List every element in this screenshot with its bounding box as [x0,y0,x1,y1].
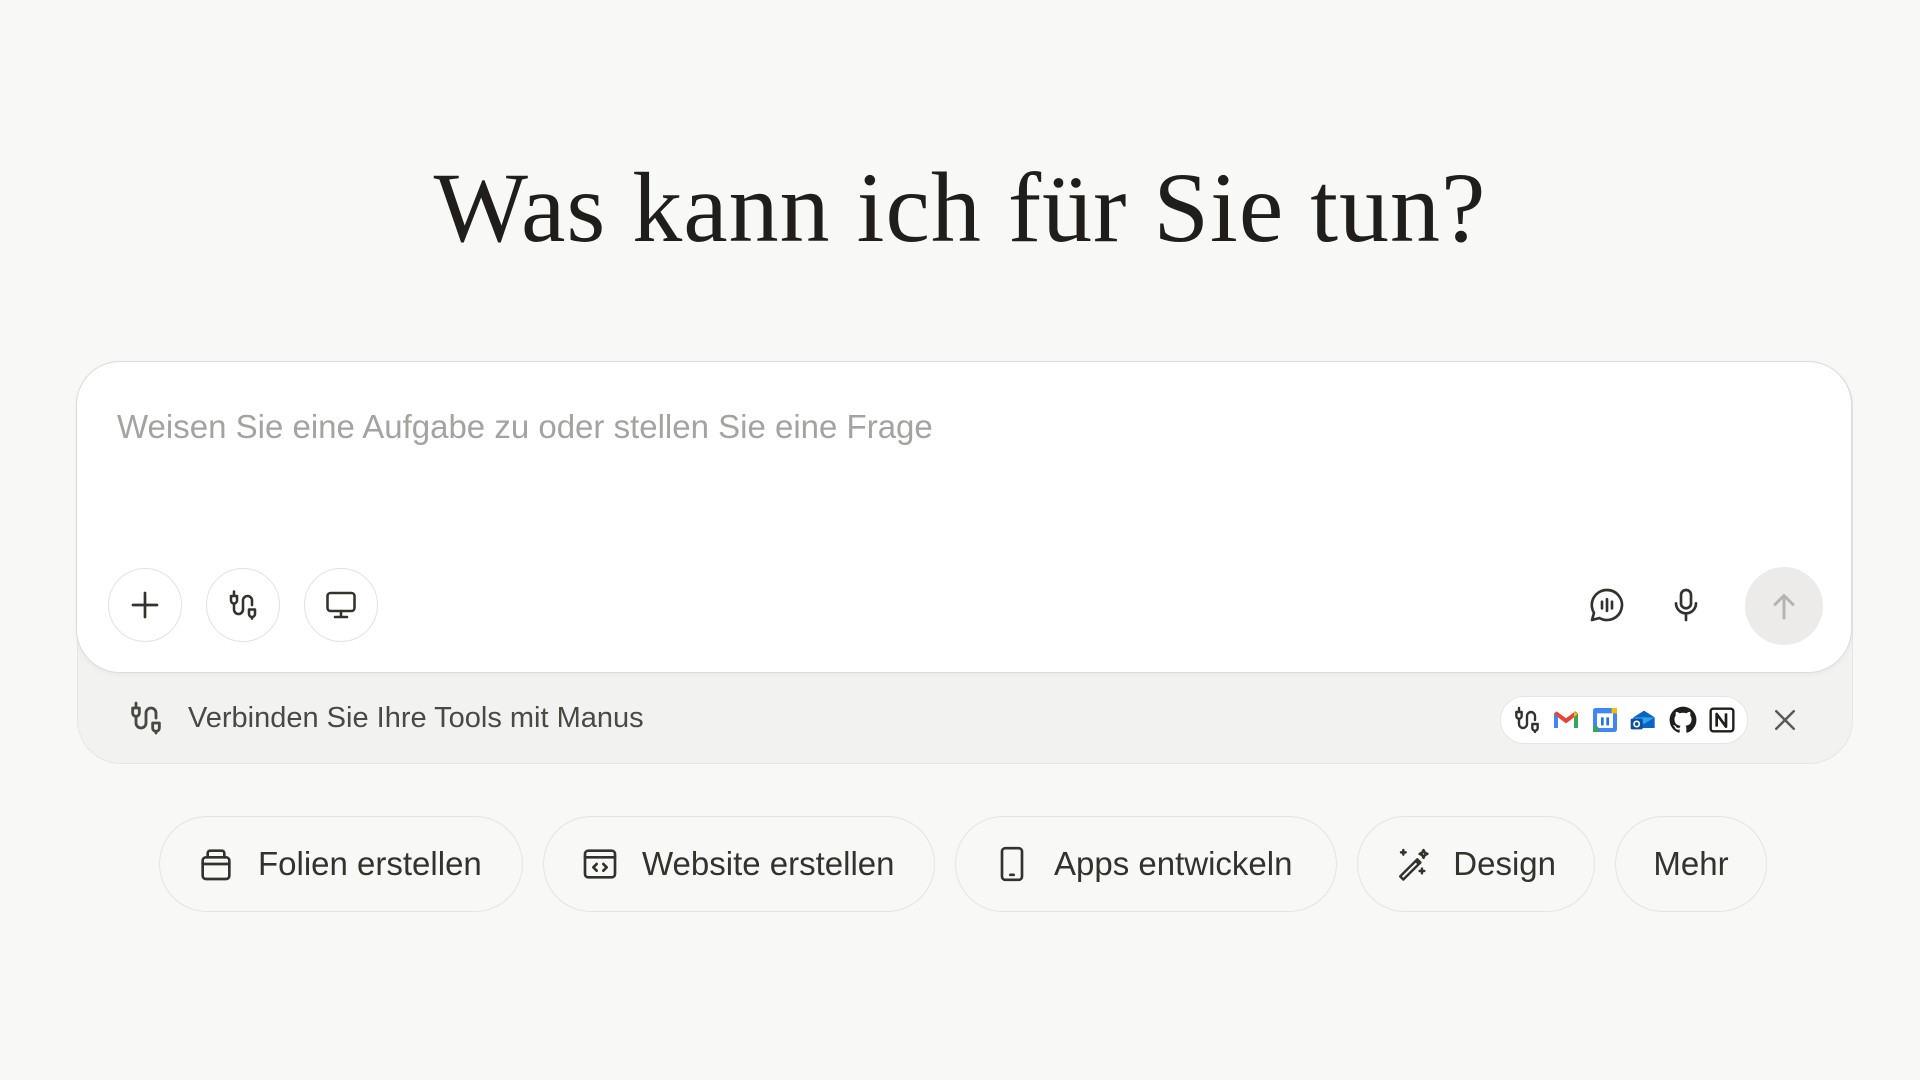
chip-label: Apps entwickeln [1054,845,1293,882]
connector-icon [1509,703,1544,738]
chip-mehr[interactable]: Mehr [1615,816,1767,912]
send-button[interactable] [1745,567,1823,645]
google-calendar-icon [1587,703,1622,738]
arrow-up-icon [1773,594,1795,620]
chip-apps-entwickeln[interactable]: Apps entwickeln [955,816,1337,912]
plug-connector-icon [131,701,161,735]
mobile-phone-icon [1000,846,1024,882]
slides-icon [201,849,231,881]
magic-pen-icon [1398,848,1429,881]
connect-tools-banner[interactable]: Verbinden Sie Ihre Tools mit Manus [126,698,644,738]
chip-label: Mehr [1653,845,1729,882]
suggestion-chips: Folien erstellen Website erstellen Apps … [159,816,1767,912]
chip-design[interactable]: Design [1357,816,1595,912]
microphone-icon [1674,588,1698,622]
chip-label: Design [1453,845,1556,882]
gmail-icon [1548,703,1583,738]
microphone-button[interactable] [1658,577,1714,633]
chip-label: Folien erstellen [258,845,482,882]
chip-label: Website erstellen [642,845,895,882]
notion-icon [1704,703,1739,738]
speech-button[interactable] [1579,577,1635,633]
page-title: Was kann ich für Sie tun? [433,152,1487,263]
monitor-icon [326,591,356,619]
close-connect-banner-button[interactable] [1765,700,1805,740]
plug-connector-icon [229,590,257,620]
github-icon [1665,703,1700,738]
connect-tools-button[interactable] [206,568,280,642]
tool-icons-group[interactable] [1500,696,1748,744]
close-icon [1775,710,1795,730]
add-button[interactable] [108,568,182,642]
browser-code-icon [583,849,617,879]
task-input[interactable] [117,402,1797,452]
chip-website-erstellen[interactable]: Website erstellen [543,816,935,912]
connect-tools-text: Verbinden Sie Ihre Tools mit Manus [188,701,644,734]
computer-button[interactable] [304,568,378,642]
speech-bubble-audio-icon [1590,588,1624,622]
plus-icon [131,591,159,619]
chip-folien-erstellen[interactable]: Folien erstellen [159,816,523,912]
page: Was kann ich für Sie tun? Weisen Sie ein… [0,0,1920,1080]
outlook-icon [1626,703,1661,738]
